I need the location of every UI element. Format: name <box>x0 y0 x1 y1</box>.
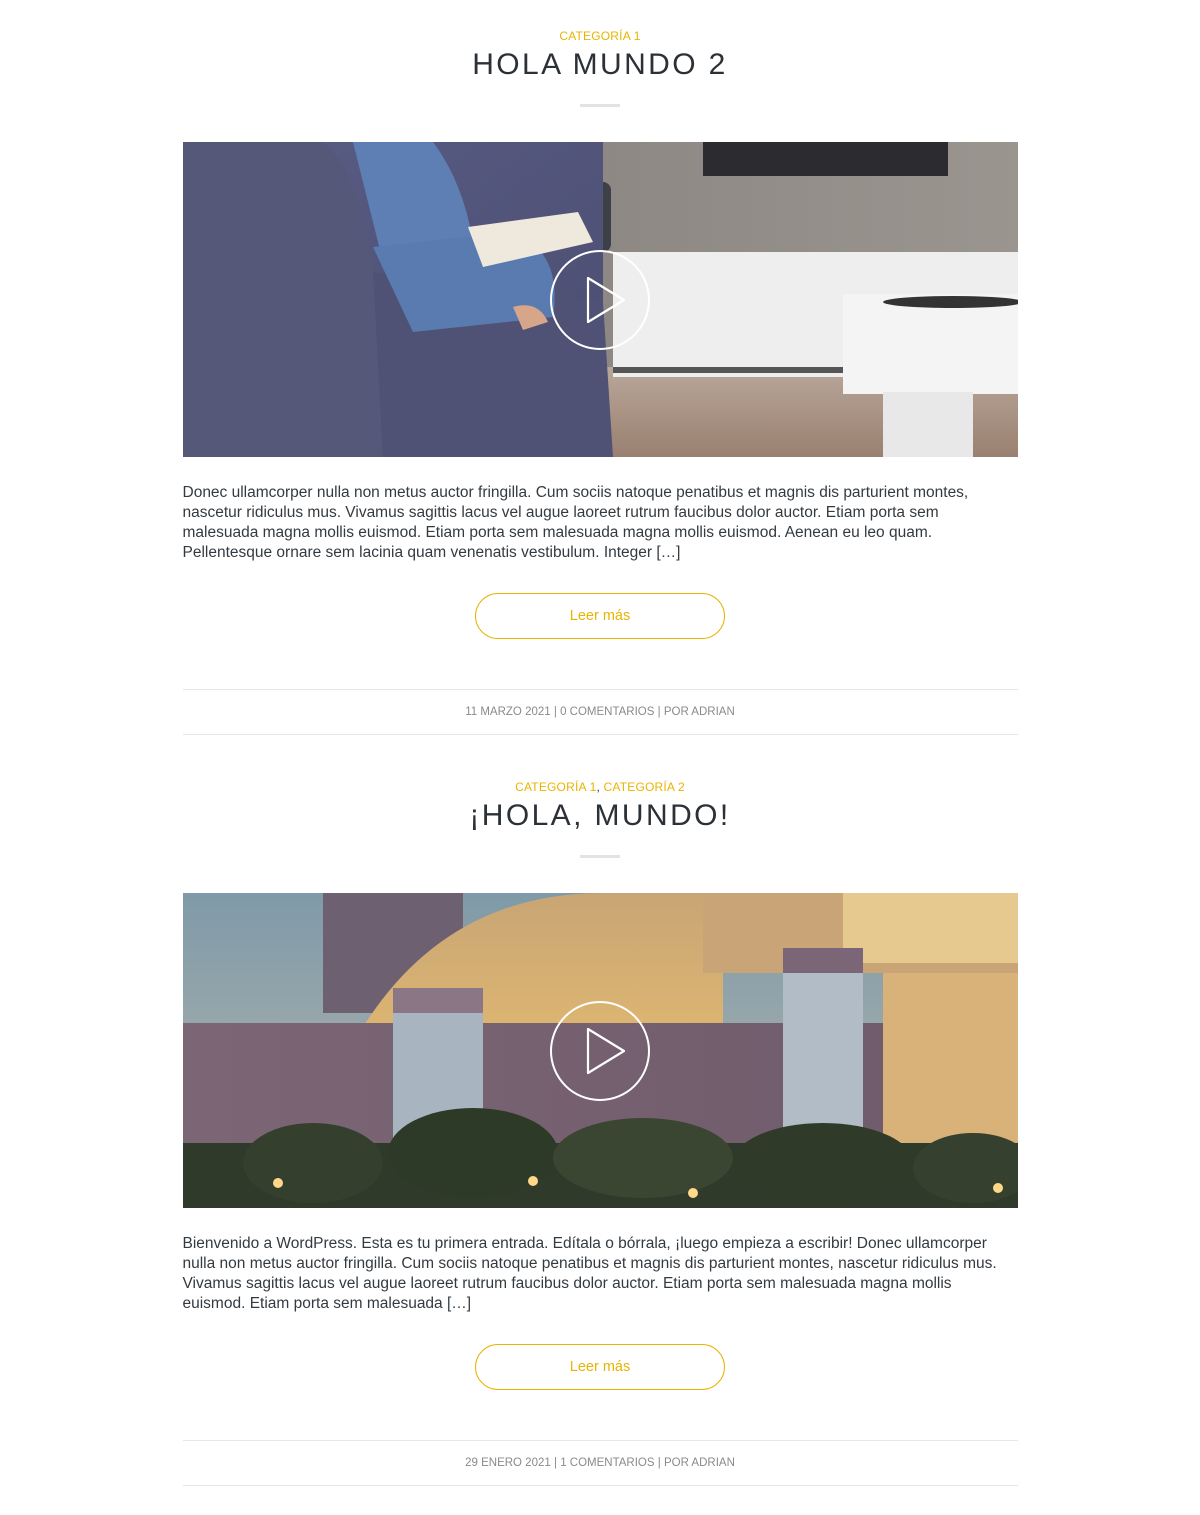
category-link[interactable]: Categoría 1 <box>515 780 596 794</box>
post-featured-video[interactable] <box>182 893 1018 1208</box>
post-date[interactable]: 11 marzo 2021 <box>465 706 550 718</box>
meta-separator: | <box>657 1457 661 1469</box>
post-title[interactable]: Hola mundo 2 <box>183 47 1018 83</box>
meta-separator: | <box>553 1457 557 1469</box>
category-link[interactable]: Categoría 1 <box>559 29 640 43</box>
post-categories: Categoría 1, Categoría 2 <box>183 780 1018 794</box>
read-more-wrap: Leer más <box>183 593 1018 639</box>
play-button[interactable] <box>550 1000 650 1101</box>
play-icon <box>586 276 626 323</box>
post-date[interactable]: 29 enero 2021 <box>465 1457 551 1469</box>
meta-separator: | <box>657 706 661 718</box>
post-author[interactable]: por adrian <box>664 706 735 718</box>
blog-list: Categoría 1 Hola mundo 2 <box>182 0 1018 1486</box>
post-comments[interactable]: 1 Comentarios <box>560 1457 654 1469</box>
read-more-button[interactable]: Leer más <box>475 1344 725 1390</box>
post-featured-video[interactable] <box>182 142 1018 457</box>
post-title[interactable]: ¡Hola, mundo! <box>183 798 1018 834</box>
category-separator: , <box>596 780 600 794</box>
play-icon <box>586 1027 626 1074</box>
title-divider <box>580 104 620 107</box>
post-excerpt: Bienvenido a WordPress. Esta es tu prime… <box>182 1235 997 1312</box>
post-meta: 29 enero 2021 | 1 Comentarios | por adri… <box>182 1440 1018 1486</box>
blog-post: Categoría 1 Hola mundo 2 <box>182 0 1018 735</box>
meta-separator: | <box>553 706 557 718</box>
blog-post: Categoría 1, Categoría 2 ¡Hola, mundo! <box>182 735 1018 1486</box>
post-excerpt: Donec ullamcorper nulla non metus auctor… <box>182 484 969 561</box>
post-comments[interactable]: 0 Comentarios <box>560 706 654 718</box>
read-more-wrap: Leer más <box>183 1344 1018 1390</box>
read-more-button[interactable]: Leer más <box>475 593 725 639</box>
title-divider <box>580 855 620 858</box>
post-categories: Categoría 1 <box>183 29 1018 43</box>
play-button[interactable] <box>550 249 650 350</box>
post-header: Categoría 1, Categoría 2 ¡Hola, mundo! <box>183 780 1018 858</box>
category-link[interactable]: Categoría 2 <box>604 780 685 794</box>
post-author[interactable]: por adrian <box>664 1457 735 1469</box>
post-header: Categoría 1 Hola mundo 2 <box>183 29 1018 107</box>
post-meta: 11 marzo 2021 | 0 Comentarios | por adri… <box>182 689 1018 735</box>
